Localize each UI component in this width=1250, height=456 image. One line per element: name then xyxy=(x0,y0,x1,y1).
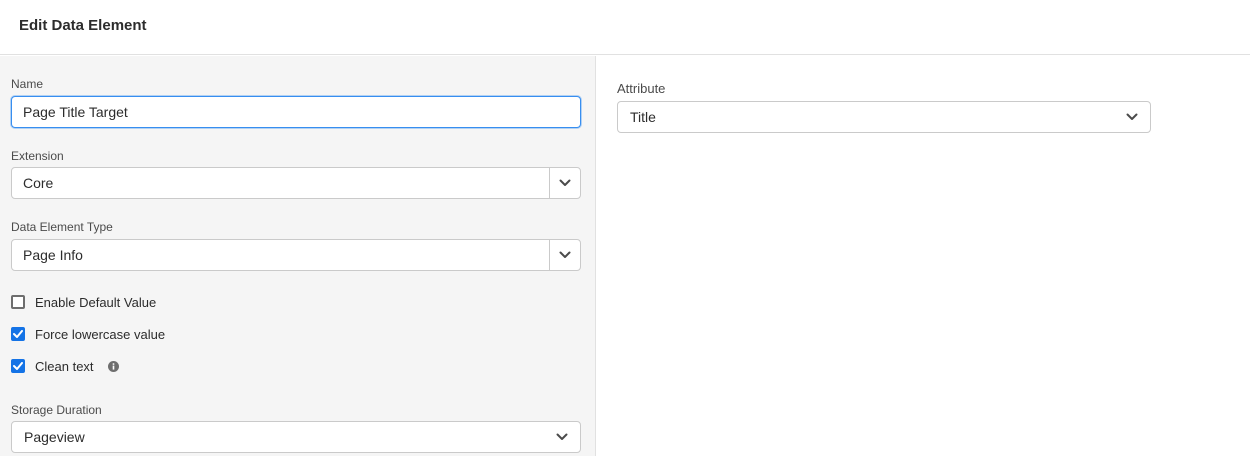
data-element-type-combobox[interactable]: Page Info xyxy=(11,239,581,271)
storage-duration-label: Storage Duration xyxy=(11,403,102,417)
chevron-down-icon xyxy=(559,251,571,258)
extension-dropdown-button[interactable] xyxy=(549,168,580,198)
clean-text-checkbox[interactable]: Clean text xyxy=(11,358,119,374)
enable-default-value-checkbox[interactable]: Enable Default Value xyxy=(11,294,156,310)
checkbox-label: Enable Default Value xyxy=(35,294,157,310)
data-element-type-label: Data Element Type xyxy=(11,220,113,234)
attribute-label: Attribute xyxy=(617,81,666,96)
page-title: Edit Data Element xyxy=(19,17,147,34)
checkbox-checked[interactable] xyxy=(11,359,25,373)
data-element-type-value: Page Info xyxy=(23,247,83,263)
chevron-down-icon xyxy=(1126,113,1138,120)
force-lowercase-checkbox[interactable]: Force lowercase value xyxy=(11,326,165,342)
checkbox-label: Force lowercase value xyxy=(35,326,166,342)
extension-label: Extension xyxy=(11,149,64,163)
left-panel: Name Extension Core Data Element Type Pa… xyxy=(0,56,596,456)
checkbox-unchecked[interactable] xyxy=(11,295,25,309)
attribute-value: Title xyxy=(630,109,656,125)
checkbox-label: Clean text xyxy=(35,358,94,374)
attribute-select[interactable]: Title xyxy=(617,101,1151,133)
storage-duration-select[interactable]: Pageview xyxy=(11,421,581,453)
extension-combobox[interactable]: Core xyxy=(11,167,581,199)
right-panel: Attribute Title xyxy=(597,56,1250,456)
extension-value: Core xyxy=(23,175,54,191)
checkmark-icon xyxy=(13,330,23,338)
name-label: Name xyxy=(11,77,44,91)
dialog-header: Edit Data Element xyxy=(0,0,1250,55)
chevron-down-icon xyxy=(559,179,571,186)
data-element-type-dropdown-button[interactable] xyxy=(549,240,580,270)
checkmark-icon xyxy=(13,362,23,370)
storage-duration-value: Pageview xyxy=(24,429,85,445)
chevron-down-icon xyxy=(556,433,568,440)
checkbox-checked[interactable] xyxy=(11,327,25,341)
info-icon[interactable] xyxy=(107,360,119,372)
name-input[interactable] xyxy=(11,96,581,128)
